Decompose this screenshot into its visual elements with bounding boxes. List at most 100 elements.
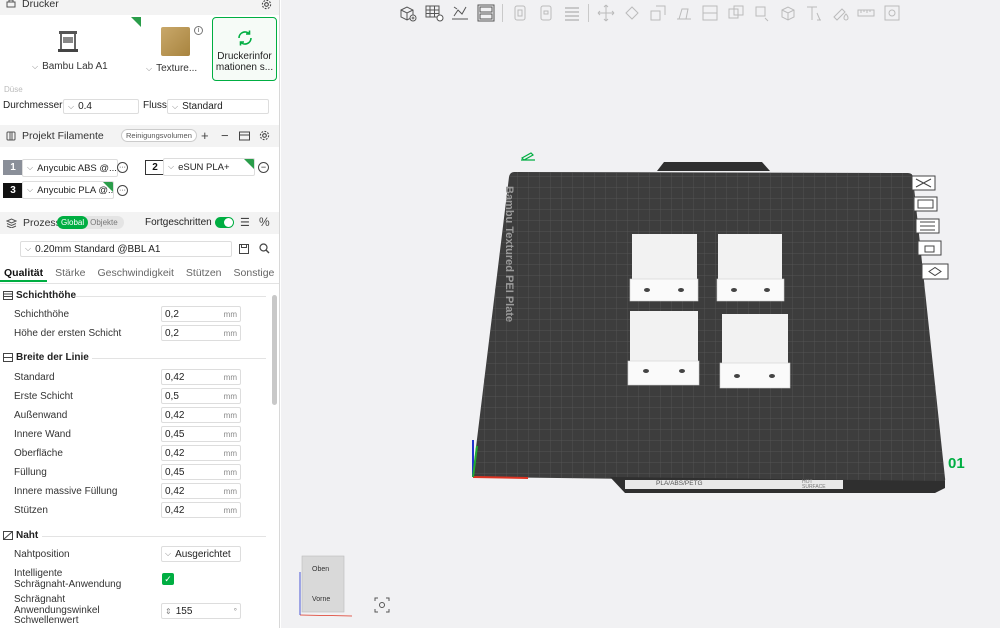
plate-number[interactable]: 01 — [948, 455, 965, 472]
model-bracket-4[interactable] — [719, 314, 791, 389]
param-lw-first-layer-input[interactable]: 0,5 mm — [161, 388, 241, 404]
toggle-global[interactable]: Global — [57, 216, 89, 229]
seam-group-title: Naht — [3, 530, 38, 541]
plate-card[interactable]: i ⌵ Texture... — [146, 17, 206, 81]
plate-close-icon[interactable] — [911, 175, 936, 191]
model-bracket-3[interactable] — [627, 311, 700, 386]
3d-viewport[interactable]: Bambu Textured PEI Plate 01 PLA/ABS/PETG… — [281, 0, 1000, 628]
tab-strength[interactable]: Stärke — [51, 264, 89, 282]
list-icon[interactable]: ☰ — [240, 216, 250, 229]
build-plate-grid — [472, 172, 946, 483]
plate-settings-icon[interactable] — [921, 263, 949, 280]
filament-3-remove-icon[interactable]: ··· — [117, 185, 128, 196]
global-objects-toggle[interactable]: Global Objekte — [57, 216, 124, 229]
line-width-divider — [92, 358, 266, 359]
param-lw-support-input[interactable]: 0,42 mm — [161, 502, 241, 518]
info-icon[interactable]: i — [194, 26, 203, 35]
diameter-select[interactable]: ⌵ 0.4 — [63, 99, 139, 114]
plate-name[interactable]: ⌵ Texture... — [146, 63, 197, 74]
param-lw-first-layer-label: Erste Schicht — [14, 391, 73, 402]
printer-section-title: Drucker — [22, 0, 59, 10]
process-profile-select[interactable]: ⌵ 0.20mm Standard @BBL A1 — [20, 241, 232, 257]
param-scarf-angle-label: Schrägnaht Anwendungswinkel Schwellenwer… — [14, 594, 100, 626]
flow-label: Fluss — [143, 100, 167, 111]
cleaning-volume-button[interactable]: Reinigungsvolumen — [121, 129, 197, 142]
printer-name[interactable]: ⌵ Bambu Lab A1 — [32, 61, 108, 72]
sync-printer-info-button[interactable]: Druckerinfor mationen s... — [212, 17, 277, 81]
printer-header: Drucker — [0, 0, 279, 15]
model-bracket-2[interactable] — [716, 234, 785, 302]
settings-panel: Drucker ⌵ Bambu Lab A1 i ⌵ Texture... Dr… — [0, 0, 280, 628]
zoom-to-fit-icon[interactable] — [373, 596, 391, 614]
filament-1-select[interactable]: ⌵ Anycubic ABS @... — [22, 159, 118, 177]
filament-1-remove-icon[interactable]: ··· — [117, 162, 128, 173]
view-cube-top-label[interactable]: Oben — [312, 566, 329, 573]
filament-sync-icon[interactable] — [239, 131, 250, 141]
plate-arrange-icon[interactable] — [913, 196, 938, 212]
remove-filament-icon[interactable]: − — [221, 128, 229, 143]
filament-1-index[interactable]: 1 — [3, 160, 23, 175]
diameter-label: Durchmesser — [3, 100, 63, 111]
printer-card[interactable]: ⌵ Bambu Lab A1 — [6, 17, 141, 81]
advanced-toggle[interactable] — [215, 217, 234, 228]
tab-support[interactable]: Stützen — [182, 264, 226, 282]
plate-orient-icon[interactable] — [915, 218, 940, 234]
textured-plate-image — [161, 27, 190, 56]
seam-icon — [3, 531, 13, 540]
smart-scarf-checkbox[interactable]: ✓ — [162, 573, 174, 585]
process-section-title: Prozess — [23, 217, 61, 229]
edit-plate-name-icon[interactable] — [521, 152, 535, 161]
angle-spinner-icon[interactable]: ⇕ — [165, 607, 172, 616]
filament-3-select[interactable]: ⌵ Anycubic PLA @... — [22, 181, 114, 199]
process-tabs: Qualität Stärke Geschwindigkeit Stützen … — [0, 264, 279, 282]
layer-height-icon — [3, 291, 13, 300]
param-first-layer-height-input[interactable]: 0,2 mm — [161, 325, 241, 341]
param-lw-outer-wall-label: Außenwand — [14, 410, 68, 421]
process-section-icon — [6, 218, 17, 228]
filament-2-remove-icon[interactable]: − — [258, 162, 269, 173]
param-lw-standard-label: Standard — [14, 372, 55, 383]
tab-others[interactable]: Sonstige — [230, 264, 279, 282]
filament-2-marker — [244, 159, 254, 169]
settings-scrollbar[interactable] — [272, 295, 277, 405]
param-layer-height-input[interactable]: 0,2 mm — [161, 306, 241, 322]
param-layer-height-label: Schichthöhe — [14, 309, 70, 320]
add-filament-icon[interactable]: + — [201, 128, 209, 143]
search-icon[interactable] — [259, 243, 270, 254]
param-lw-infill-input[interactable]: 0,45 mm — [161, 464, 241, 480]
filament-2-index[interactable]: 2 — [145, 160, 165, 175]
diameter-chevron-down-icon: ⌵ — [68, 101, 75, 111]
filament-gear-icon[interactable] — [259, 130, 270, 141]
param-first-layer-height-label: Höhe der ersten Schicht — [14, 328, 122, 339]
layer-height-divider — [76, 296, 266, 297]
plate-footer-text-2: HOT SURFACE — [802, 479, 826, 490]
param-lw-solid-infill-input[interactable]: 0,42 mm — [161, 483, 241, 499]
tabs-divider — [0, 283, 279, 284]
filament-2-select[interactable]: ⌵ eSUN PLA+ — [163, 158, 255, 176]
seam-position-chevron-icon: ⌵ — [165, 549, 172, 558]
param-lw-standard-input[interactable]: 0,42 mm — [161, 369, 241, 385]
toggle-objects[interactable]: Objekte — [88, 216, 120, 229]
param-seam-position-select[interactable]: ⌵ Ausgerichtet — [161, 546, 241, 562]
flow-select[interactable]: ⌵ Standard — [167, 99, 269, 114]
plate-lock-icon[interactable] — [917, 240, 942, 256]
param-lw-solid-infill-label: Innere massive Füllung — [14, 486, 118, 497]
tab-quality[interactable]: Qualität — [0, 264, 48, 282]
seam-divider — [42, 536, 266, 537]
filament-3-index[interactable]: 3 — [3, 183, 23, 198]
save-profile-icon[interactable] — [239, 244, 249, 254]
param-lw-outer-wall-input[interactable]: 0,42 mm — [161, 407, 241, 423]
param-scarf-angle-input[interactable]: ⇕ 155 ° — [161, 603, 241, 619]
flow-chevron-down-icon: ⌵ — [172, 101, 179, 111]
model-bracket-1[interactable] — [629, 234, 699, 302]
printer-section-icon — [6, 0, 16, 9]
param-lw-top-surface-input[interactable]: 0,42 mm — [161, 445, 241, 461]
compare-icon[interactable]: % — [259, 215, 270, 229]
param-seam-position-label: Nahtposition — [14, 549, 70, 560]
param-lw-inner-wall-input[interactable]: 0,45 mm — [161, 426, 241, 442]
sync-label: Druckerinfor mationen s... — [215, 51, 274, 73]
view-cube[interactable] — [299, 555, 353, 617]
view-cube-front-label[interactable]: Vorne — [312, 596, 330, 603]
printer-settings-gear-icon[interactable] — [261, 0, 272, 10]
tab-speed[interactable]: Geschwindigkeit — [93, 264, 177, 282]
